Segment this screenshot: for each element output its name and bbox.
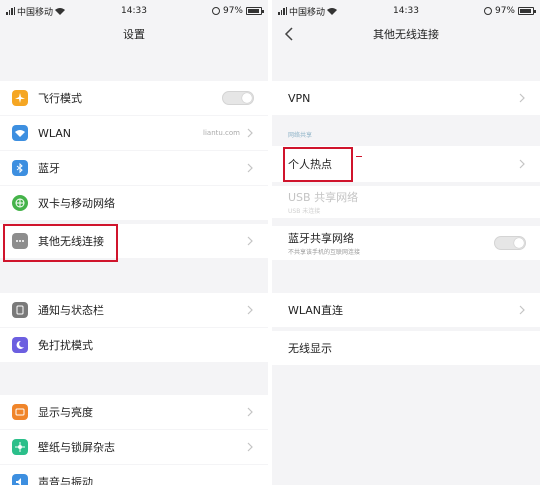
alarm-icon: [211, 7, 220, 15]
chevron-right-icon: [247, 236, 253, 246]
display-icon: [12, 404, 28, 420]
status-time: 14:33: [393, 6, 419, 16]
settings-item-label: 声音与振动: [38, 476, 93, 485]
battery-percent: 97%: [222, 6, 243, 16]
signal-icon: [278, 7, 287, 15]
status-time: 14:33: [121, 6, 147, 16]
bt-label: 蓝牙共享网络: [288, 232, 354, 245]
status-bar: 中国移动 14:33 97%: [272, 0, 540, 22]
settings-item-wireless-display[interactable]: 无线显示: [272, 331, 540, 365]
notification-icon: [12, 302, 28, 318]
alarm-icon: [483, 7, 492, 15]
wlan-icon: [12, 125, 28, 141]
screenshot-stage: 中国移动 14:33 97% 设置 飞行模式 WLAN liantu.com 蓝…: [0, 0, 540, 485]
chevron-right-icon: [247, 407, 253, 417]
carrier-info: 中国移动: [6, 5, 66, 18]
bt-sub: 不共享该手机的互联网连接: [288, 249, 361, 256]
settings-item-label: WLAN: [38, 126, 72, 140]
chevron-right-icon: [247, 128, 253, 138]
usb-tethering: USB 共享网络 USB 未连接: [272, 189, 540, 215]
chevron-right-icon: [247, 163, 253, 173]
battery-icon: [518, 7, 536, 15]
settings-item-dnd[interactable]: 免打扰模式: [0, 328, 268, 362]
usb-label: USB 共享网络: [288, 191, 359, 204]
signal-icon: [6, 7, 15, 15]
settings-item-notification[interactable]: 通知与状态栏: [0, 293, 268, 327]
airplane-toggle[interactable]: [222, 91, 254, 105]
moon-icon: [12, 337, 28, 353]
chevron-right-icon: [519, 305, 525, 315]
wallpaper-icon: [12, 439, 28, 455]
settings-item-vpn[interactable]: VPN: [272, 81, 540, 115]
highlight-box-other-wireless: [3, 224, 118, 262]
wlan-value: liantu.com: [203, 129, 240, 137]
settings-item-wallpaper[interactable]: 壁纸与锁屏杂志: [0, 430, 268, 464]
settings-item-dual-sim[interactable]: 双卡与移动网络: [0, 186, 268, 220]
bt-tethering-toggle[interactable]: [494, 236, 526, 250]
settings-item-label: 免打扰模式: [38, 339, 93, 352]
settings-item-label: 壁纸与锁屏杂志: [38, 441, 115, 454]
wlan-direct-label: WLAN直连: [288, 304, 344, 317]
chevron-right-icon: [247, 305, 253, 315]
battery-percent: 97%: [494, 6, 515, 16]
back-arrow-icon[interactable]: [282, 26, 298, 42]
sound-icon: [12, 474, 28, 485]
settings-item-wlan-direct[interactable]: WLAN直连: [272, 293, 540, 327]
settings-item-sound[interactable]: 声音与振动: [0, 465, 268, 485]
wifi-icon: [327, 8, 338, 15]
settings-item-bluetooth[interactable]: 蓝牙: [0, 151, 268, 185]
settings-item-airplane[interactable]: 飞行模式: [0, 81, 268, 115]
bluetooth-icon: [12, 160, 28, 176]
chevron-right-icon: [247, 442, 253, 452]
carrier-name: 中国移动: [17, 7, 54, 18]
page-title-bar: 其他无线连接: [272, 22, 540, 46]
vpn-label: VPN: [288, 91, 311, 105]
airplane-icon: [12, 90, 28, 106]
status-bar: 中国移动 14:33 97%: [0, 0, 268, 22]
settings-item-bt-tethering[interactable]: 蓝牙共享网络 不共享该手机的互联网连接: [272, 226, 540, 260]
settings-screen: 中国移动 14:33 97% 设置 飞行模式 WLAN liantu.com 蓝…: [0, 0, 268, 485]
section-header-tethering: 网络共享: [288, 132, 313, 139]
page-title: 设置: [123, 28, 145, 41]
settings-item-label: 蓝牙: [38, 162, 60, 175]
page-title-bar: 设置: [0, 22, 268, 46]
settings-item-label: 飞行模式: [38, 92, 82, 105]
usb-sub: USB 未连接: [288, 208, 321, 215]
settings-item-usb-tethering: USB 共享网络 USB 未连接: [272, 186, 540, 218]
wifi-icon: [55, 8, 66, 15]
chevron-right-icon: [519, 93, 525, 103]
settings-item-label: 显示与亮度: [38, 406, 93, 419]
wireless-display-label: 无线显示: [288, 342, 332, 355]
page-title: 其他无线连接: [373, 28, 439, 41]
settings-item-display[interactable]: 显示与亮度: [0, 395, 268, 429]
chevron-right-icon: [519, 159, 525, 169]
settings-item-wlan[interactable]: WLAN liantu.com: [0, 116, 268, 150]
settings-item-label: 通知与状态栏: [38, 304, 104, 317]
other-wireless-screen: 中国移动 14:33 97% 其他无线连接 VPN 网络共享 个人热点 USB …: [272, 0, 540, 485]
red-mark: [356, 156, 362, 157]
status-right: 97%: [211, 6, 264, 16]
battery-icon: [246, 7, 264, 15]
carrier-info: 中国移动: [278, 5, 338, 18]
settings-item-label: 双卡与移动网络: [38, 197, 115, 210]
bt-tethering: 蓝牙共享网络 不共享该手机的互联网连接: [272, 230, 494, 256]
globe-icon: [12, 195, 28, 211]
status-right: 97%: [483, 6, 536, 16]
carrier-name: 中国移动: [289, 7, 326, 18]
highlight-box-hotspot: [283, 147, 353, 182]
